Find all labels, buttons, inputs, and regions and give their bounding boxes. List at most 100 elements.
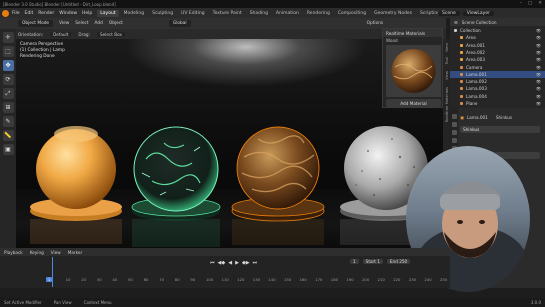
visibility-eye-icon[interactable]: 👁	[536, 101, 541, 106]
next-key-icon[interactable]: ◆▶	[242, 260, 250, 266]
jump-end-icon[interactable]: ⏭	[253, 260, 258, 266]
visibility-eye-icon[interactable]: 👁	[536, 79, 541, 84]
scene-field[interactable]: Scene	[438, 10, 460, 16]
start-frame-field[interactable]: Start 1	[362, 259, 383, 264]
sphere-orange[interactable]	[30, 126, 122, 244]
orientation-value[interactable]: Default	[50, 31, 72, 37]
close-button[interactable]: ✕	[538, 1, 542, 6]
minimize-button[interactable]: –	[520, 1, 522, 6]
menu-window[interactable]: Window	[59, 11, 77, 16]
options-button[interactable]: Options	[367, 21, 384, 26]
object-name-row: ▣ Lama.001 Shinkus	[460, 114, 512, 121]
end-frame-field[interactable]: End 250	[386, 259, 411, 264]
menu-add[interactable]: Add	[95, 21, 103, 26]
play-reverse-icon[interactable]: ◀	[228, 260, 232, 266]
object-type-icon	[460, 65, 463, 69]
measure-tool-icon[interactable]: 📏	[2, 130, 14, 141]
cursor-tool-icon[interactable]: ✛	[2, 32, 14, 43]
visibility-eye-icon[interactable]: 👁	[536, 28, 541, 33]
outliner-row[interactable]: Lama.003 👁	[450, 85, 545, 92]
scene-props-icon[interactable]	[451, 138, 457, 143]
side-tab-item[interactable]: Item	[444, 43, 449, 52]
sphere-wood[interactable]	[231, 126, 325, 245]
visibility-eye-icon[interactable]: 👁	[536, 86, 541, 91]
tab-sculpting[interactable]: Sculpting	[149, 10, 176, 17]
maximize-button[interactable]: □	[528, 1, 532, 6]
material-preview-thumbnail[interactable]	[386, 45, 441, 97]
outliner-row-label: Plane	[466, 101, 478, 106]
annotate-tool-icon[interactable]: ✎	[2, 116, 14, 127]
menu-select[interactable]: Select	[75, 21, 88, 26]
menu-view[interactable]: View	[59, 21, 69, 26]
outliner-root-label[interactable]: Scene Collection	[462, 20, 497, 25]
orientation-label: Orientation:	[18, 31, 44, 37]
menu-object[interactable]: Object	[109, 21, 123, 26]
scale-tool-icon[interactable]: ⤢	[2, 88, 14, 99]
side-tab-realtime-materials[interactable]: Realtime Materials	[444, 87, 449, 122]
visibility-eye-icon[interactable]: 👁	[536, 43, 541, 48]
menu-file[interactable]: File	[12, 11, 20, 16]
menu-marker[interactable]: Marker	[68, 250, 82, 255]
playhead[interactable]	[52, 257, 53, 287]
tab-shading[interactable]: Shading	[247, 10, 271, 17]
outliner-row[interactable]: Area.003 👁	[450, 56, 545, 63]
version-label: 3.0.0	[530, 300, 541, 305]
drag-value[interactable]: Select Box	[96, 31, 126, 37]
outliner-row[interactable]: Lama.001 👁	[450, 70, 545, 78]
tab-modeling[interactable]: Modeling	[121, 10, 147, 17]
menu-edit[interactable]: Edit	[25, 11, 34, 16]
orientation-dropdown[interactable]: Global	[168, 20, 191, 27]
visibility-eye-icon[interactable]: 👁	[536, 65, 541, 70]
add-cube-tool-icon[interactable]: ▣	[2, 144, 14, 155]
menu-keying[interactable]: Keying	[30, 250, 44, 255]
tab-geometry-nodes[interactable]: Geometry Nodes	[371, 10, 415, 17]
menu-render[interactable]: Render	[38, 11, 54, 16]
timeline-tick-label: 100	[206, 277, 214, 282]
mode-dropdown[interactable]: Object Mode	[18, 20, 54, 27]
outliner-row[interactable]: Collection 👁	[450, 27, 545, 34]
blender-logo-icon[interactable]	[2, 9, 9, 17]
outliner-row[interactable]: Plane 👁	[450, 100, 545, 107]
tab-animation[interactable]: Animation	[273, 10, 302, 17]
visibility-eye-icon[interactable]: 👁	[536, 35, 541, 40]
outliner-row[interactable]: Area 👁	[450, 34, 545, 41]
render-props-icon[interactable]	[451, 122, 457, 127]
object-type-icon	[460, 50, 463, 54]
move-tool-icon[interactable]: ✥	[2, 60, 14, 71]
menu-timeline-view[interactable]: View	[51, 250, 61, 255]
tool-props-icon[interactable]	[451, 114, 457, 119]
jump-start-icon[interactable]: ⏮	[210, 260, 215, 266]
material-slot-field[interactable]: Shinkus	[460, 126, 540, 133]
visibility-eye-icon[interactable]: 👁	[536, 72, 541, 77]
current-frame-field[interactable]: 1	[350, 259, 359, 264]
transform-tool-icon[interactable]: ⊞	[2, 102, 14, 113]
tab-compositing[interactable]: Compositing	[335, 10, 369, 17]
sphere-glass-green[interactable]	[131, 126, 221, 247]
outliner-row[interactable]: Lama.004 👁	[450, 93, 545, 100]
outliner-row[interactable]: Lama.002 👁	[450, 78, 545, 85]
rotate-tool-icon[interactable]: ⟳	[2, 74, 14, 85]
view-layer-field[interactable]: ViewLayer	[462, 10, 494, 16]
visibility-eye-icon[interactable]: 👁	[536, 57, 541, 62]
tab-texture-paint[interactable]: Texture Paint	[210, 10, 245, 17]
outliner-row[interactable]: Area.001 👁	[450, 42, 545, 49]
menu-help[interactable]: Help	[82, 11, 92, 16]
prev-key-icon[interactable]: ◀◆	[218, 260, 226, 266]
visibility-eye-icon[interactable]: 👁	[536, 94, 541, 99]
outliner-row-label: Collection	[460, 28, 481, 33]
select-tool-icon[interactable]: ⬚	[2, 46, 14, 57]
tab-layout[interactable]: Layout	[97, 9, 119, 17]
outliner-row[interactable]: Camera 👁	[450, 64, 545, 71]
side-tab-tool[interactable]: Tool	[444, 57, 449, 64]
side-tab-view[interactable]: View	[444, 71, 449, 80]
output-props-icon[interactable]	[451, 130, 457, 135]
visibility-eye-icon[interactable]: 👁	[536, 50, 541, 55]
outliner-row[interactable]: Area.002 👁	[450, 49, 545, 56]
menu-playback[interactable]: Playback	[4, 250, 23, 255]
material-category[interactable]: Wood	[383, 37, 442, 44]
timeline-ruler[interactable]: 0102030405060708090100110120130140150160…	[0, 276, 450, 283]
play-icon[interactable]: ▶	[235, 260, 239, 266]
tab-uv-editing[interactable]: UV Editing	[178, 10, 207, 17]
add-material-button[interactable]: Add Material	[386, 99, 441, 107]
tab-rendering[interactable]: Rendering	[304, 10, 333, 17]
